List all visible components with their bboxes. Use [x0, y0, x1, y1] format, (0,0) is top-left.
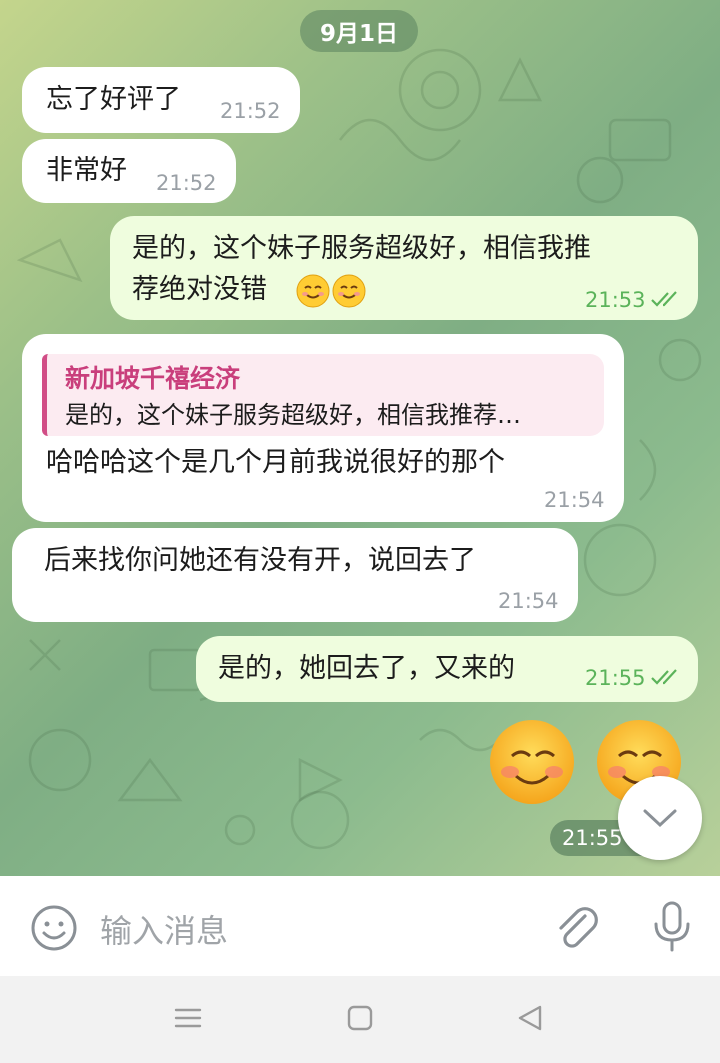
reply-preview[interactable]: 新加坡千禧经济 是的，这个妹子服务超级好，相信我推荐… — [42, 354, 604, 436]
reply-text: 是的，这个妹子服务超级好，相信我推荐… — [65, 401, 521, 429]
system-nav-bar — [0, 976, 720, 1063]
message-time: 21:54 — [544, 488, 605, 512]
message-text: 后来找你问她还有没有开，说回去了 — [44, 545, 476, 576]
message-text-line1: 是的，这个妹子服务超级好，相信我推 — [132, 233, 591, 264]
smiling-face-emoji — [296, 274, 330, 308]
message-bubble[interactable]: 后来找你问她还有没有开，说回去了 21:54 — [12, 528, 578, 622]
message-bubble[interactable]: 非常好 21:52 — [22, 139, 236, 203]
menu-icon[interactable] — [174, 1004, 202, 1032]
message-time: 21:52 — [220, 99, 281, 123]
message-time: 21:52 — [156, 171, 217, 195]
triangle-back-icon[interactable] — [516, 1004, 544, 1032]
message-text: 是的，她回去了，又来的 — [218, 653, 515, 684]
double-check-icon — [651, 669, 677, 685]
message-bubble[interactable]: 是的，这个妹子服务超级好，相信我推 荐绝对没错 21:53 — [110, 216, 698, 320]
message-input-bar: 输入消息 — [0, 876, 720, 976]
microphone-icon[interactable] — [650, 900, 694, 954]
message-bubble[interactable]: 忘了好评了 21:52 — [22, 67, 300, 133]
message-time: 21:55 — [585, 666, 646, 690]
message-time: 21:53 — [585, 288, 646, 312]
square-icon[interactable] — [346, 1004, 374, 1032]
message-text: 忘了好评了 — [46, 84, 181, 115]
message-time: 21:54 — [498, 589, 559, 613]
paperclip-icon[interactable] — [553, 902, 599, 952]
chat-background: 9月1日 忘了好评了 21:52 非常好 21:52 是的，这个妹子服务超级好，… — [0, 0, 720, 876]
message-text-line2: 荐绝对没错 — [132, 274, 267, 305]
message-text: 非常好 — [46, 155, 127, 186]
reply-author: 新加坡千禧经济 — [65, 364, 241, 393]
smiling-face-emoji — [332, 274, 366, 308]
message-text: 哈哈哈这个是几个月前我说很好的那个 — [46, 447, 505, 478]
chevron-down-icon — [643, 809, 677, 828]
message-input[interactable]: 输入消息 — [100, 906, 228, 952]
double-check-icon — [651, 291, 677, 307]
date-separator: 9月1日 — [300, 10, 418, 52]
smiley-icon[interactable] — [30, 904, 78, 952]
message-bubble[interactable]: 新加坡千禧经济 是的，这个妹子服务超级好，相信我推荐… 哈哈哈这个是几个月前我说… — [22, 334, 624, 522]
scroll-down-button[interactable] — [618, 776, 702, 860]
message-bubble[interactable]: 是的，她回去了，又来的 21:55 — [196, 636, 698, 702]
